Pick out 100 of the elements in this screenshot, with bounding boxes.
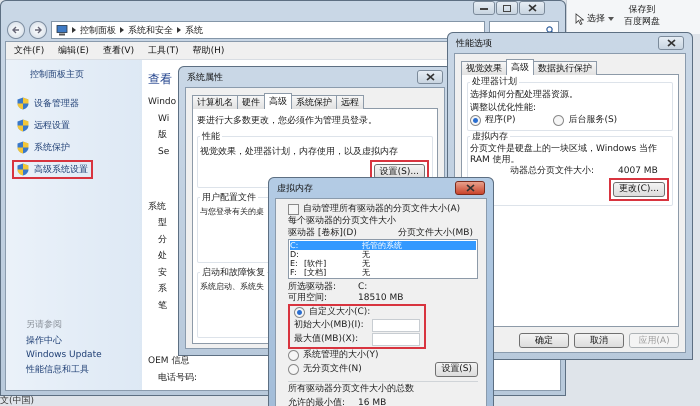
ribbon-button[interactable]: 选择 xyxy=(587,12,605,25)
info-value: C: xyxy=(358,282,368,292)
tab[interactable]: 高级 xyxy=(264,93,292,109)
drive-cell-text: C: xyxy=(290,241,300,250)
forward-arrow-icon xyxy=(34,26,42,34)
tab[interactable]: 硬件 xyxy=(237,95,265,109)
size-cell-text: 无 xyxy=(362,250,371,259)
computer-icon xyxy=(56,24,68,36)
button-label: 保存到 xyxy=(628,4,656,16)
group-title: 性能 xyxy=(200,130,221,143)
info-label: 可用空间: xyxy=(288,292,328,303)
group-title: 虚拟内存 xyxy=(471,132,509,142)
radio-button[interactable] xyxy=(470,114,481,126)
input-field[interactable] xyxy=(372,333,420,346)
radio-button[interactable] xyxy=(294,307,305,318)
drive-cell-text: D: xyxy=(290,250,300,259)
maximize-button[interactable] xyxy=(496,1,518,15)
ribbon-button[interactable]: 保存到 百度网盘 xyxy=(624,4,660,28)
field-label: 初始大小(MB)(I): xyxy=(294,320,364,331)
menu-item[interactable]: 编辑(E) xyxy=(58,44,89,57)
chevron-icon xyxy=(120,27,124,33)
menu-item[interactable]: 帮助(H) xyxy=(192,44,224,57)
status-text: 文(中国) xyxy=(0,396,34,406)
drive-cell-text: F: xyxy=(290,268,298,277)
section-title: 每个驱动器的分页文件大小 xyxy=(288,216,397,226)
group-title: 用户配置文件 xyxy=(201,192,257,204)
section-title: 另请参阅 xyxy=(25,318,63,331)
breadcrumb-link[interactable]: 系统 xyxy=(185,24,203,36)
tab[interactable]: 数据执行保护 xyxy=(533,61,597,75)
sidebar-link[interactable]: 性能信息和工具 xyxy=(12,363,136,376)
group-title: 处理器计划 xyxy=(471,77,518,88)
tab[interactable]: 高级 xyxy=(506,59,534,75)
close-button[interactable] xyxy=(417,70,443,84)
description-text: 与您登录有关的桌 xyxy=(200,206,264,217)
description-text: 系统启动、系统失 xyxy=(200,281,264,292)
forward-button[interactable] xyxy=(29,21,47,39)
close-icon xyxy=(528,4,536,12)
sidebar-link[interactable]: 控制面板主页 xyxy=(12,68,136,81)
option-label[interactable]: 自动管理所有驱动器的分页文件大小(A) xyxy=(303,204,460,215)
section-title: 所有驱动器分页文件大小的总数 xyxy=(288,381,478,394)
menu-item[interactable]: 工具(T) xyxy=(148,44,179,57)
description-text: 选择如何分配处理器资源。 xyxy=(470,90,579,100)
tab[interactable]: 远程 xyxy=(336,95,364,109)
sidebar-link[interactable]: 高级系统设置 xyxy=(12,160,93,179)
option-label[interactable]: 自定义大小(C): xyxy=(309,307,370,318)
address-bar[interactable]: 控制面板 系统和安全 系统 xyxy=(51,21,485,39)
list-row[interactable]: F: [文档] 无 xyxy=(290,268,476,277)
breadcrumb-link[interactable]: 系统和安全 xyxy=(128,24,173,36)
minimize-icon xyxy=(480,6,488,10)
info-label: 版 xyxy=(157,128,167,142)
section-title: Windo xyxy=(148,96,176,109)
checkbox[interactable] xyxy=(288,204,299,215)
menu-item[interactable]: 查看(V) xyxy=(102,44,134,57)
radio-button[interactable] xyxy=(553,114,564,126)
sidebar-link[interactable]: 远程设置 xyxy=(12,116,75,135)
option-label[interactable]: 后台服务(S) xyxy=(568,114,618,126)
option-label[interactable]: 程序(P) xyxy=(485,114,516,126)
minimize-button[interactable] xyxy=(473,1,495,15)
dialog-button[interactable]: 确定 xyxy=(519,333,569,348)
sidebar-link[interactable]: Windows Update xyxy=(12,350,136,360)
radio-button[interactable] xyxy=(288,350,299,361)
close-button[interactable] xyxy=(658,36,684,50)
description-text: 视觉效果，处理器计划，内存使用，以及虚拟内存 xyxy=(200,146,399,158)
prompt-text: 调整以优化性能: xyxy=(470,103,538,114)
chevron-icon xyxy=(177,27,181,33)
volume-cell-text: [软件] xyxy=(304,259,328,268)
input-field[interactable] xyxy=(372,319,420,332)
list-row[interactable]: E: [软件] 无 xyxy=(290,259,476,268)
sidebar-link[interactable]: 设备管理器 xyxy=(12,94,84,113)
tab[interactable]: 系统保护 xyxy=(291,95,337,109)
tab[interactable]: 计算机名 xyxy=(192,95,238,109)
option-label[interactable]: 系统管理的大小(Y) xyxy=(303,350,379,361)
list-row[interactable]: D: 无 xyxy=(290,250,476,259)
total-label: 动器总分页文件大小: xyxy=(510,166,594,176)
description-text: 分页文件是硬盘上的一块区域，Windows 当作 RAM 使用。 xyxy=(470,144,658,165)
tab[interactable]: 视觉效果 xyxy=(461,61,507,75)
info-label: 所选驱动器: xyxy=(288,282,338,292)
close-button[interactable] xyxy=(455,181,485,195)
menu-item[interactable]: 文件(F) xyxy=(14,44,44,57)
close-icon xyxy=(666,39,676,47)
back-arrow-icon xyxy=(12,26,20,34)
breadcrumb-link[interactable]: 控制面板 xyxy=(80,24,116,36)
total-value: 4007 MB xyxy=(618,166,658,176)
option-label[interactable]: 无分页文件(N) xyxy=(303,364,362,375)
info-label: 允许的最小值: xyxy=(288,398,346,406)
sidebar-link[interactable]: 操作中心 xyxy=(12,334,136,347)
shield-icon xyxy=(17,141,29,154)
volume-cell-text: [文档] xyxy=(304,268,328,277)
cursor-icon xyxy=(575,12,584,24)
back-button[interactable] xyxy=(7,21,25,39)
dialog-button[interactable]: 取消 xyxy=(574,333,624,348)
drive-cell-text: E: xyxy=(290,259,299,268)
maximize-icon xyxy=(503,4,511,12)
close-button[interactable] xyxy=(519,1,545,15)
notice-text: 要进行大多数更改，您必须作为管理员登录。 xyxy=(197,114,378,127)
size-cell-text: 无 xyxy=(362,259,371,268)
sidebar-link[interactable]: 系统保护 xyxy=(12,138,75,157)
dialog-button[interactable]: 更改(C)... xyxy=(613,182,665,196)
radio-button[interactable] xyxy=(288,364,299,375)
dialog-button[interactable]: 设置(S) xyxy=(435,362,478,377)
